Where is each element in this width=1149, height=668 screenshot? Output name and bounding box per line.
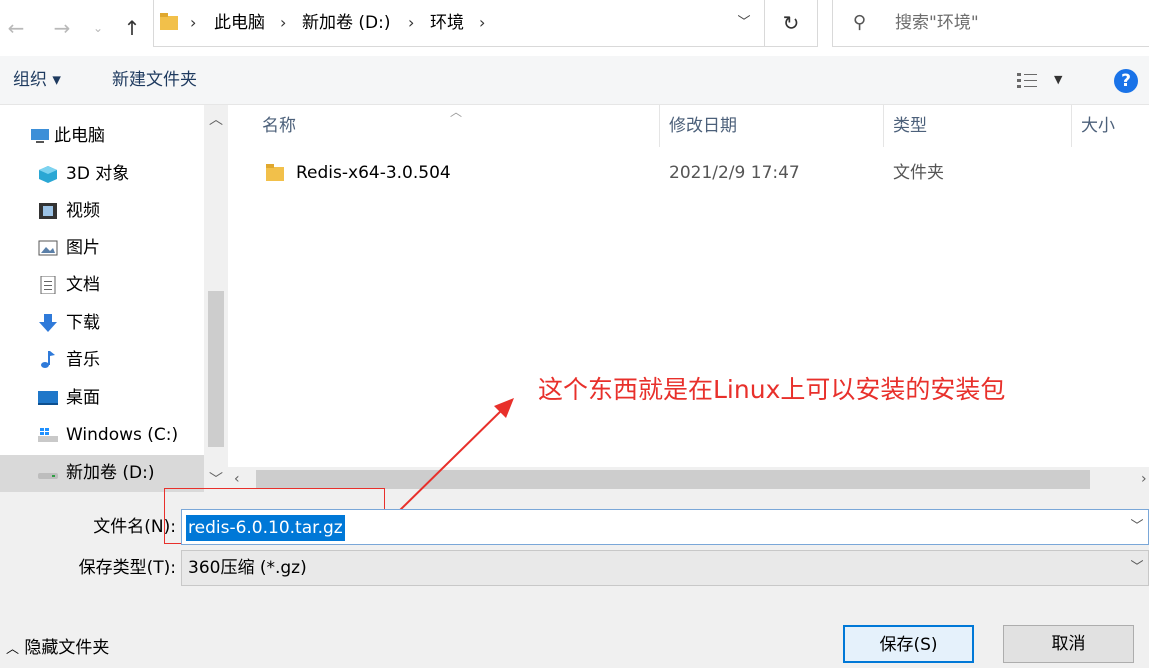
column-header-size[interactable]: 大小 bbox=[1075, 105, 1149, 147]
refresh-icon[interactable]: ↻ bbox=[764, 0, 817, 46]
column-divider[interactable] bbox=[1071, 105, 1072, 147]
address-dropdown-icon[interactable]: ﹀ bbox=[724, 0, 764, 46]
desktop-icon bbox=[38, 391, 58, 405]
back-arrow-icon[interactable]: ← bbox=[4, 0, 28, 56]
drive-icon bbox=[38, 473, 58, 479]
nav-label: 音乐 bbox=[66, 350, 100, 370]
help-icon[interactable]: ? bbox=[1114, 69, 1138, 93]
column-header-name[interactable]: 名称 bbox=[256, 105, 660, 147]
cube-3d-icon bbox=[39, 166, 57, 183]
nav-item-3d-objects[interactable]: 3D 对象 bbox=[0, 156, 204, 193]
hide-folders-toggle[interactable]: ︿ 隐藏文件夹 bbox=[6, 630, 109, 668]
document-icon bbox=[40, 276, 56, 294]
details-view-icon bbox=[1017, 73, 1037, 88]
address-bar-row: ← → ⌄ ↑ › 此电脑 › 新加卷 (D:) › 环境 › ﹀ ↻ ⚲ 搜索… bbox=[0, 0, 1149, 56]
nav-label: 文档 bbox=[66, 275, 100, 295]
picture-icon bbox=[38, 240, 58, 256]
windows-drive-icon bbox=[38, 428, 58, 442]
breadcrumb-separator-icon: › bbox=[479, 13, 486, 32]
file-type: 文件夹 bbox=[893, 163, 944, 183]
organize-menu[interactable]: 组织 ▾ bbox=[13, 56, 61, 104]
view-options-button[interactable]: ▼ bbox=[1016, 68, 1072, 92]
up-arrow-icon[interactable]: ↑ bbox=[120, 0, 144, 56]
breadcrumb-env[interactable]: 环境 bbox=[430, 0, 464, 46]
music-icon bbox=[41, 351, 55, 368]
table-row[interactable]: Redis-x64-3.0.504 2021/2/9 17:47 文件夹 bbox=[256, 155, 1149, 191]
nav-item-drive-d[interactable]: 新加卷 (D:) bbox=[0, 455, 204, 492]
nav-item-videos[interactable]: 视频 bbox=[0, 193, 204, 230]
file-list: ︿ 名称 修改日期 类型 大小 Redis-x64-3.0.504 2021/2… bbox=[228, 105, 1149, 492]
nav-item-music[interactable]: 音乐 bbox=[0, 342, 204, 379]
nav-label: 此电脑 bbox=[54, 126, 105, 146]
nav-item-pictures[interactable]: 图片 bbox=[0, 230, 204, 267]
filename-field[interactable]: redis-6.0.10.tar.gz ﹀ bbox=[181, 509, 1149, 545]
video-icon bbox=[39, 203, 57, 219]
breadcrumb-separator-icon: › bbox=[408, 13, 415, 32]
filename-label: 文件名(N): bbox=[93, 517, 176, 537]
nav-label: 3D 对象 bbox=[66, 164, 130, 184]
nav-label: 下载 bbox=[66, 313, 100, 333]
breadcrumb-separator-icon: › bbox=[280, 13, 287, 32]
filename-dropdown-icon[interactable]: ﹀ bbox=[1126, 510, 1148, 544]
column-header-type[interactable]: 类型 bbox=[887, 105, 1071, 147]
annotation-arrow bbox=[395, 398, 514, 515]
view-dropdown-icon: ▼ bbox=[1054, 73, 1063, 86]
annotation-text: 这个东西就是在Linux上可以安装的安装包 bbox=[538, 375, 1006, 404]
file-name: Redis-x64-3.0.504 bbox=[296, 163, 451, 183]
scroll-right-icon[interactable]: › bbox=[1141, 467, 1147, 492]
nav-item-this-pc[interactable]: 此电脑 bbox=[0, 118, 204, 155]
nav-label: 视频 bbox=[66, 201, 100, 221]
filetype-value: 360压缩 (*.gz) bbox=[188, 558, 307, 578]
computer-icon bbox=[31, 129, 49, 143]
nav-item-documents[interactable]: 文档 bbox=[0, 267, 204, 304]
cancel-button[interactable]: 取消 bbox=[1003, 625, 1134, 663]
breadcrumb-separator-icon: › bbox=[190, 13, 197, 32]
scroll-up-icon[interactable]: ︿ bbox=[204, 109, 228, 129]
recent-locations-chevron-icon[interactable]: ⌄ bbox=[90, 0, 106, 56]
folder-icon bbox=[160, 13, 178, 30]
nav-scroll-thumb[interactable] bbox=[208, 291, 224, 447]
search-input[interactable]: 搜索"环境" bbox=[895, 0, 979, 46]
chevron-up-icon: ︿ bbox=[6, 642, 20, 657]
scroll-down-icon[interactable]: ﹀ bbox=[204, 469, 228, 489]
nav-label: Windows (C:) bbox=[66, 425, 179, 445]
search-icon: ⚲ bbox=[853, 12, 867, 33]
download-icon bbox=[39, 314, 57, 332]
folder-icon bbox=[266, 164, 284, 181]
filetype-dropdown-icon[interactable]: ﹀ bbox=[1126, 551, 1148, 585]
new-folder-button[interactable]: 新建文件夹 bbox=[112, 56, 197, 104]
column-divider[interactable] bbox=[883, 105, 884, 147]
nav-item-windows-c[interactable]: Windows (C:) bbox=[0, 417, 204, 454]
search-box[interactable]: ⚲ 搜索"环境" bbox=[832, 0, 1149, 47]
forward-arrow-icon[interactable]: → bbox=[50, 0, 74, 56]
column-header-modified[interactable]: 修改日期 bbox=[663, 105, 883, 147]
breadcrumb-drive-d[interactable]: 新加卷 (D:) bbox=[302, 0, 391, 46]
hide-folders-label: 隐藏文件夹 bbox=[24, 638, 110, 658]
nav-item-downloads[interactable]: 下载 bbox=[0, 305, 204, 342]
nav-item-desktop[interactable]: 桌面 bbox=[0, 380, 204, 417]
nav-label: 桌面 bbox=[66, 388, 100, 408]
nav-scrollbar[interactable]: ︿ ﹀ bbox=[204, 105, 228, 492]
nav-label: 图片 bbox=[66, 238, 100, 258]
column-divider[interactable] bbox=[659, 105, 660, 147]
command-bar: 组织 ▾ 新建文件夹 ▼ ? bbox=[0, 56, 1149, 105]
horizontal-scroll-thumb[interactable] bbox=[256, 470, 1090, 489]
filename-input[interactable]: redis-6.0.10.tar.gz bbox=[186, 515, 345, 541]
navigation-pane: 此电脑 3D 对象 视频 图片 文档 下载 音乐 桌面 Windows (C:)… bbox=[0, 105, 228, 492]
nav-label: 新加卷 (D:) bbox=[66, 463, 155, 483]
file-modified: 2021/2/9 17:47 bbox=[669, 163, 800, 183]
address-field[interactable]: › 此电脑 › 新加卷 (D:) › 环境 › ﹀ ↻ bbox=[153, 0, 818, 47]
filetype-label: 保存类型(T): bbox=[78, 558, 176, 578]
filetype-select[interactable]: 360压缩 (*.gz) ﹀ bbox=[181, 550, 1149, 586]
save-button[interactable]: 保存(S) bbox=[843, 625, 974, 663]
breadcrumb-this-pc[interactable]: 此电脑 bbox=[214, 0, 265, 46]
